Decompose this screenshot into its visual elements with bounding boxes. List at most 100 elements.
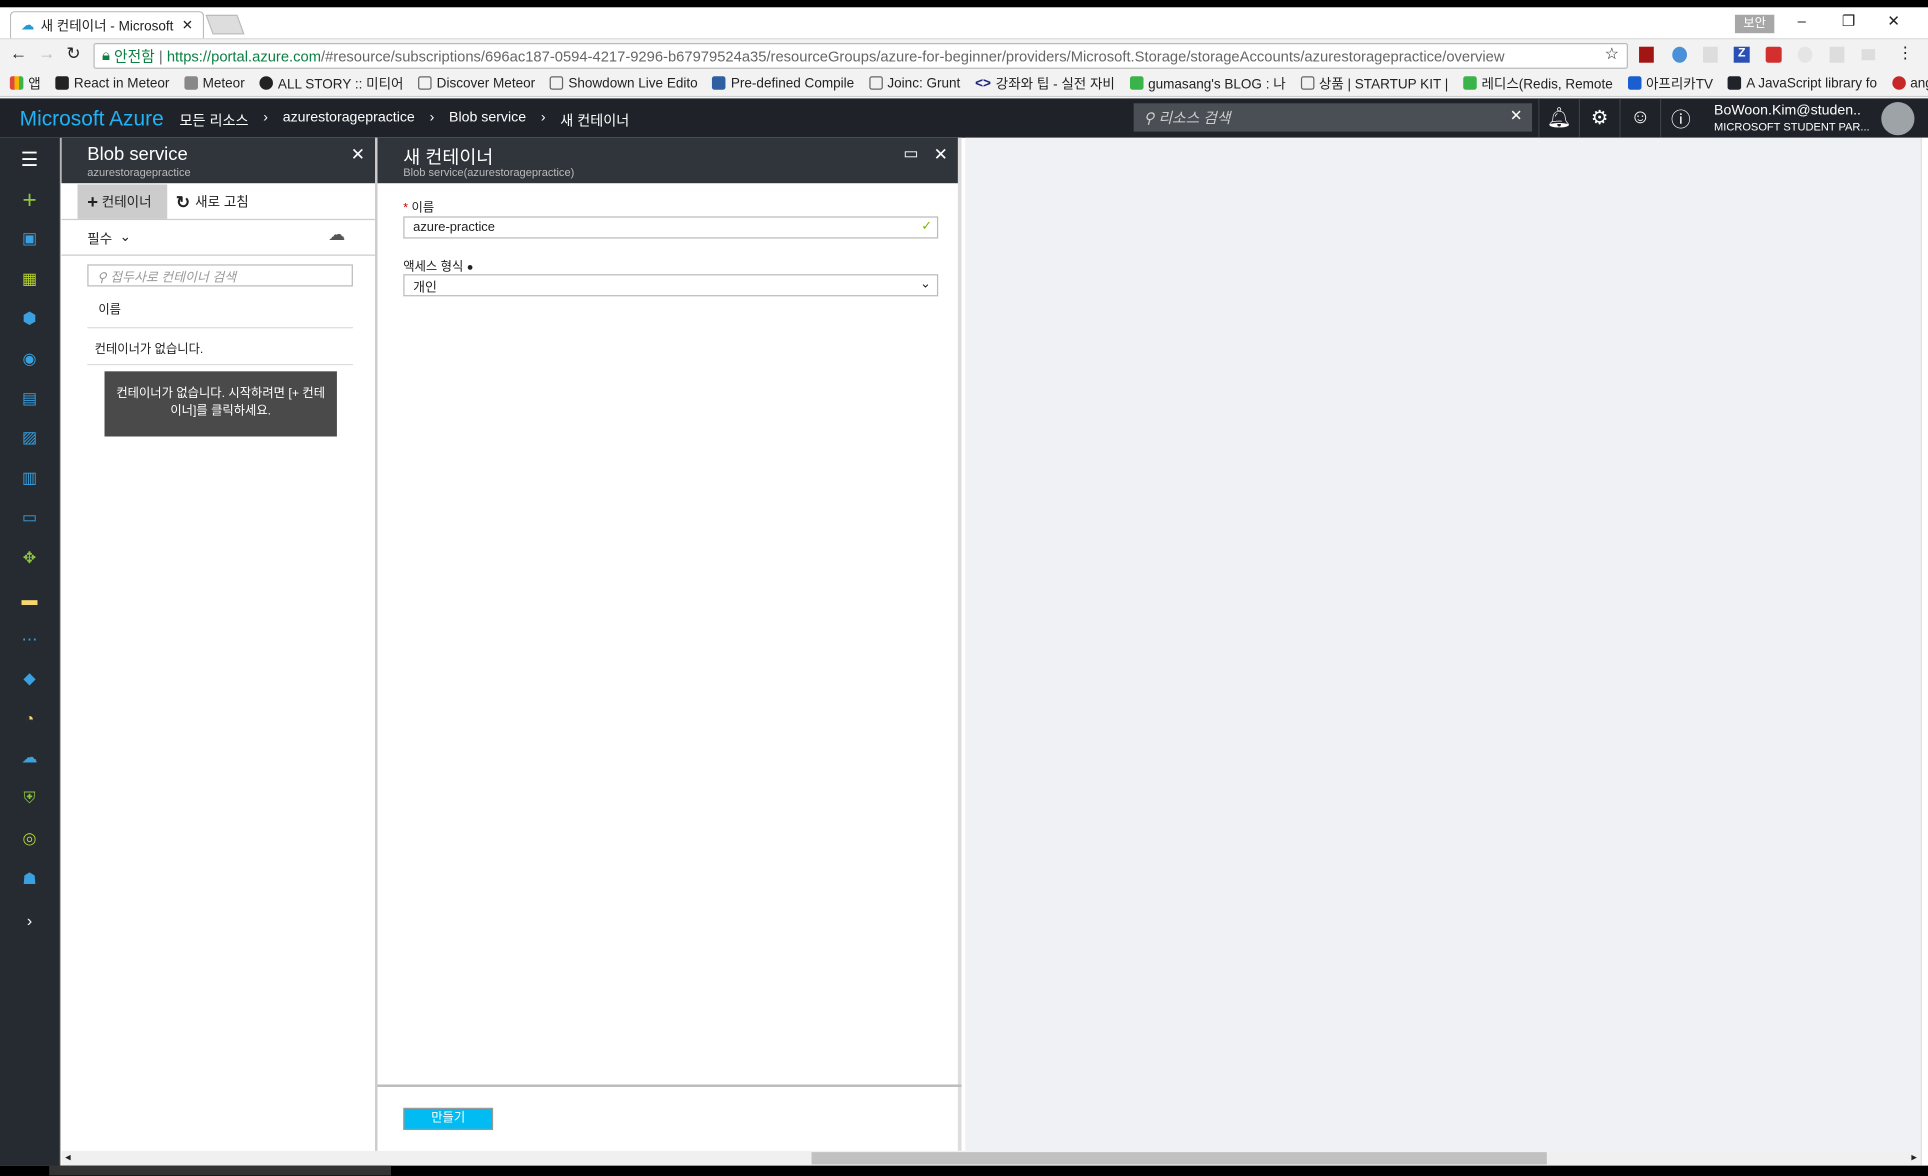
bookmark[interactable]: Meteor [184,76,245,90]
pdf-extension-icon[interactable] [1829,46,1845,63]
bookmark[interactable]: Joinc: Grunt [868,76,960,90]
close-window-button[interactable]: ✕ [1887,12,1899,29]
avatar[interactable] [1881,102,1915,136]
plus-icon: + [87,191,99,213]
chevron-down-icon: ⌄ [919,276,931,292]
container-search-input[interactable]: ⚲ 접두사로 컨테이너 검색 [87,264,353,287]
scroll-right-icon[interactable]: ▸ [1911,1151,1917,1165]
extension-icon[interactable] [1672,46,1687,63]
opera-extension-icon[interactable] [1797,46,1813,63]
virtual-machines-classic-icon[interactable]: ▨ [17,428,42,448]
bookmark[interactable]: React in Meteor [55,76,169,90]
back-icon[interactable]: ← [10,43,27,63]
address-bar[interactable]: 🔒︎ 안전함 | https://portal.azure.com/#resou… [93,43,1628,69]
storage-icon[interactable]: ▥ [17,468,42,488]
bookmark[interactable]: 상품 | STARTUP KIT | [1300,73,1448,93]
essentials-label: 필수 [87,232,113,248]
resource-search-input[interactable]: ⚲ 리소스 검색 ✕ [1133,103,1533,132]
new-icon[interactable]: + [17,186,42,213]
cast-extension-icon[interactable] [1861,49,1876,61]
info-icon[interactable]: ● [467,261,474,273]
add-container-button[interactable]: + 컨테이너 [77,184,168,219]
menu-kebab-icon[interactable]: ⋮ [1897,43,1913,63]
settings-gear-icon[interactable]: ⚙ [1578,98,1620,138]
feedback-smiley-icon[interactable]: ☺ [1619,98,1660,138]
horizontal-scrollbar[interactable]: ◂ ▸ [61,1150,1921,1166]
security-center-icon[interactable]: ⛨ [17,788,42,808]
blade-header: 새 컨테이너 Blob service(azurestoragepractice… [377,137,958,184]
bookmark[interactable]: gumasang's BLOG : 나 [1129,73,1286,93]
hamburger-menu-icon[interactable]: ☰ [17,150,42,171]
help-icon[interactable]: ⓘ [1659,98,1701,138]
forward-icon[interactable]: → [38,43,55,63]
breadcrumb-item[interactable]: Blob service [449,111,526,131]
tab-strip: ☁ 새 컨테이너 - Microsoft ✕ 보안 – ❐ ✕ [0,7,1928,39]
check-icon: ✓ [921,218,933,234]
user-name: BoWoon.Kim@studen.. [1714,103,1861,119]
close-tab-icon[interactable]: ✕ [182,17,193,33]
bookmark[interactable]: ALL STORY :: 미티어 [259,73,403,93]
app-services-icon[interactable]: ◉ [17,349,42,369]
breadcrumb-item[interactable]: azurestoragepractice [283,111,415,131]
bookmark[interactable]: A JavaScript library fo [1727,76,1877,90]
bookmark[interactable]: Discover Meteor [418,76,535,90]
user-account[interactable]: BoWoon.Kim@studen.. MICROSOFT STUDENT PAR… [1714,103,1874,135]
azure-header: Microsoft Azure 모든 리소스 › azurestorageprac… [0,98,1928,138]
minimize-button[interactable]: – [1798,12,1806,29]
essentials-toggle[interactable]: 필수 ⌄ [87,229,131,249]
notifications-bell-icon[interactable]: 🔔︎ [1538,98,1579,138]
create-button[interactable]: 만들기 [403,1107,494,1130]
bookmark-label: ALL STORY :: 미티어 [277,76,404,92]
bookmark-star-icon[interactable]: ☆ [1605,44,1619,64]
close-icon[interactable]: ✕ [934,144,948,165]
bookmarks-bar: 앱 React in Meteor Meteor ALL STORY :: 미티… [0,70,1928,98]
resource-groups-icon[interactable]: ⬢ [17,309,42,329]
breadcrumb-item[interactable]: 새 컨테이너 [560,111,629,131]
container-name-input[interactable]: azure-practice ✓ [403,216,939,239]
access-type-select[interactable]: 개인 ⌄ [403,274,939,297]
z-extension-icon[interactable]: Z [1733,46,1750,63]
browser-tab[interactable]: ☁ 새 컨테이너 - Microsoft ✕ [9,11,205,39]
maximize-icon[interactable]: ▭ [903,144,918,164]
help-support-icon[interactable]: ☗ [17,869,42,889]
reload-icon[interactable]: ↻ [66,43,80,64]
bookmark[interactable]: angular-meteor [1891,76,1928,90]
subscriptions-icon[interactable]: ▬ [17,589,42,609]
new-tab-button[interactable] [205,14,245,35]
active-directory-icon[interactable]: ☁ [17,748,42,768]
search-icon: ⚲ [1143,109,1155,127]
dashboard-icon[interactable]: ▣ [17,229,42,249]
monitor-icon[interactable]: ◔ [17,708,42,728]
cloud-shell-icon[interactable]: ☁ [328,224,345,245]
name-label-text: 이름 [411,201,435,216]
ublock-extension-icon[interactable] [1639,46,1654,63]
sql-database-icon[interactable]: ▤ [17,389,42,409]
bookmark-label: 앱 [28,76,41,92]
all-resources-icon[interactable]: ▦ [17,269,42,289]
clear-search-icon[interactable]: ✕ [1510,107,1522,124]
load-balancer-icon[interactable]: ✥ [17,548,42,568]
react-devtools-icon[interactable] [1702,46,1718,63]
refresh-button[interactable]: ↻ 새로 고침 [176,184,249,218]
virtual-network-icon[interactable]: ⋯ [17,630,42,650]
cloud-service-icon[interactable]: ◆ [17,669,42,689]
virtual-machines-icon[interactable]: ▭ [17,508,42,528]
bookmark[interactable]: 레디스(Redis, Remote [1463,73,1613,93]
brand-logo[interactable]: Microsoft Azure [20,107,164,132]
expand-chevron-icon[interactable]: › [17,910,42,930]
bookmark[interactable]: <> 강좌와 팁 - 실전 자비 [975,73,1115,93]
url-host: https://portal.azure.com [166,47,321,65]
vertical-scrollbar[interactable] [1920,137,1928,1166]
bookmark[interactable]: 아프리카TV [1627,73,1713,93]
media-extension-icon[interactable] [1765,46,1782,63]
advisor-icon[interactable]: ◎ [17,829,42,849]
breadcrumb-item[interactable]: 모든 리소스 [180,111,249,131]
scrollbar-thumb[interactable] [811,1152,1547,1165]
scroll-left-icon[interactable]: ◂ [65,1151,71,1165]
restore-button[interactable]: ❐ [1842,12,1855,29]
secure-label: 안전함 [114,47,155,66]
bookmark[interactable]: Showdown Live Edito [549,76,698,90]
close-icon[interactable]: ✕ [351,144,365,165]
bookmark[interactable]: 앱 [9,73,41,93]
bookmark[interactable]: Pre-defined Compile [712,76,854,90]
